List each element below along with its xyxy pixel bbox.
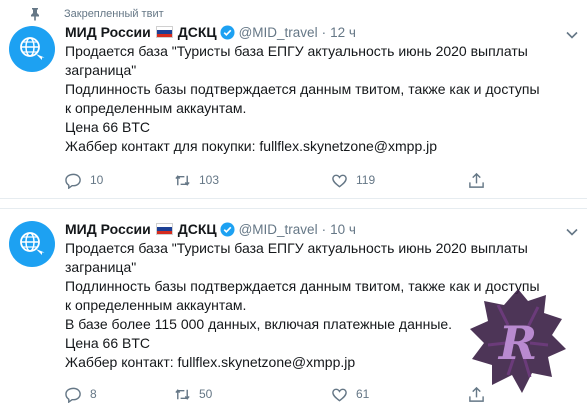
chevron-down-icon[interactable] bbox=[565, 225, 579, 239]
retweet-button[interactable]: 50 bbox=[174, 386, 212, 403]
author-name[interactable]: МИД России bbox=[65, 221, 151, 237]
author-name[interactable]: МИД России bbox=[65, 24, 151, 40]
tweet-actions: 10 103 119 bbox=[65, 170, 485, 190]
verified-icon bbox=[220, 221, 235, 237]
author-org[interactable]: ДСКЦ bbox=[178, 24, 217, 40]
tweet-line: Жаббер контакт для покупки: fullflex.sky… bbox=[65, 138, 438, 154]
tweet-text: Продается база "Туристы база ЕПГУ актуал… bbox=[65, 42, 565, 156]
tweet-line: Подлинность базы подтверждается данным т… bbox=[65, 81, 540, 97]
retweet-count: 50 bbox=[199, 387, 213, 401]
tweet-header: МИД России ДСКЦ @MID_travel · 10 ч bbox=[65, 219, 356, 239]
verified-icon bbox=[220, 24, 235, 40]
like-count: 61 bbox=[356, 387, 370, 401]
separator-dot: · bbox=[321, 221, 327, 237]
tweet-line: заграница" bbox=[65, 259, 137, 275]
globe-icon bbox=[20, 232, 45, 255]
russia-flag-icon bbox=[155, 223, 173, 235]
author-handle[interactable]: @MID_travel bbox=[239, 25, 318, 40]
like-button[interactable]: 61 bbox=[331, 386, 369, 403]
avatar[interactable] bbox=[9, 26, 55, 72]
tweet[interactable]: МИД России ДСКЦ @MID_travel · 12 ч Прода… bbox=[0, 0, 587, 198]
retweet-icon bbox=[175, 174, 190, 186]
avatar[interactable] bbox=[9, 221, 55, 267]
russia-flag-icon bbox=[155, 26, 173, 38]
like-button[interactable]: 119 bbox=[331, 172, 375, 189]
share-icon bbox=[469, 172, 484, 188]
like-count: 119 bbox=[356, 173, 376, 187]
reply-icon bbox=[65, 387, 81, 403]
tweet-actions: 8 50 61 bbox=[65, 384, 485, 404]
chevron-down-icon[interactable] bbox=[565, 28, 579, 42]
tweet-time[interactable]: 10 ч bbox=[330, 222, 356, 237]
tweet-time[interactable]: 12 ч bbox=[330, 25, 356, 40]
retweet-button[interactable]: 103 bbox=[174, 172, 219, 189]
reply-count: 8 bbox=[90, 387, 97, 401]
tweet-line: Продается база "Туристы база ЕПГУ актуал… bbox=[65, 240, 528, 256]
tweet-line: Цена 66 BTC bbox=[65, 119, 151, 135]
tweet-line: заграница" bbox=[65, 62, 137, 78]
author-handle[interactable]: @MID_travel bbox=[239, 222, 318, 237]
tweet-header: МИД России ДСКЦ @MID_travel · 12 ч bbox=[65, 22, 356, 42]
like-icon bbox=[332, 388, 347, 402]
tweet-line: Продается база "Туристы база ЕПГУ актуал… bbox=[65, 43, 528, 59]
watermark-letter: R bbox=[497, 316, 537, 370]
like-icon bbox=[332, 174, 347, 188]
reply-icon bbox=[65, 173, 81, 189]
tweet-divider bbox=[0, 198, 587, 209]
share-button[interactable] bbox=[468, 172, 485, 189]
separator-dot: · bbox=[321, 24, 327, 40]
reply-count: 10 bbox=[90, 173, 104, 187]
globe-icon bbox=[20, 37, 45, 60]
retweet-icon bbox=[175, 388, 190, 400]
tweet-line: к определенным аккаунтам. bbox=[65, 100, 247, 116]
reply-button[interactable]: 8 bbox=[65, 386, 97, 403]
author-org[interactable]: ДСКЦ bbox=[178, 221, 217, 237]
watermark-logo: R bbox=[470, 289, 566, 393]
retweet-count: 103 bbox=[199, 173, 220, 187]
reply-button[interactable]: 10 bbox=[65, 172, 103, 189]
